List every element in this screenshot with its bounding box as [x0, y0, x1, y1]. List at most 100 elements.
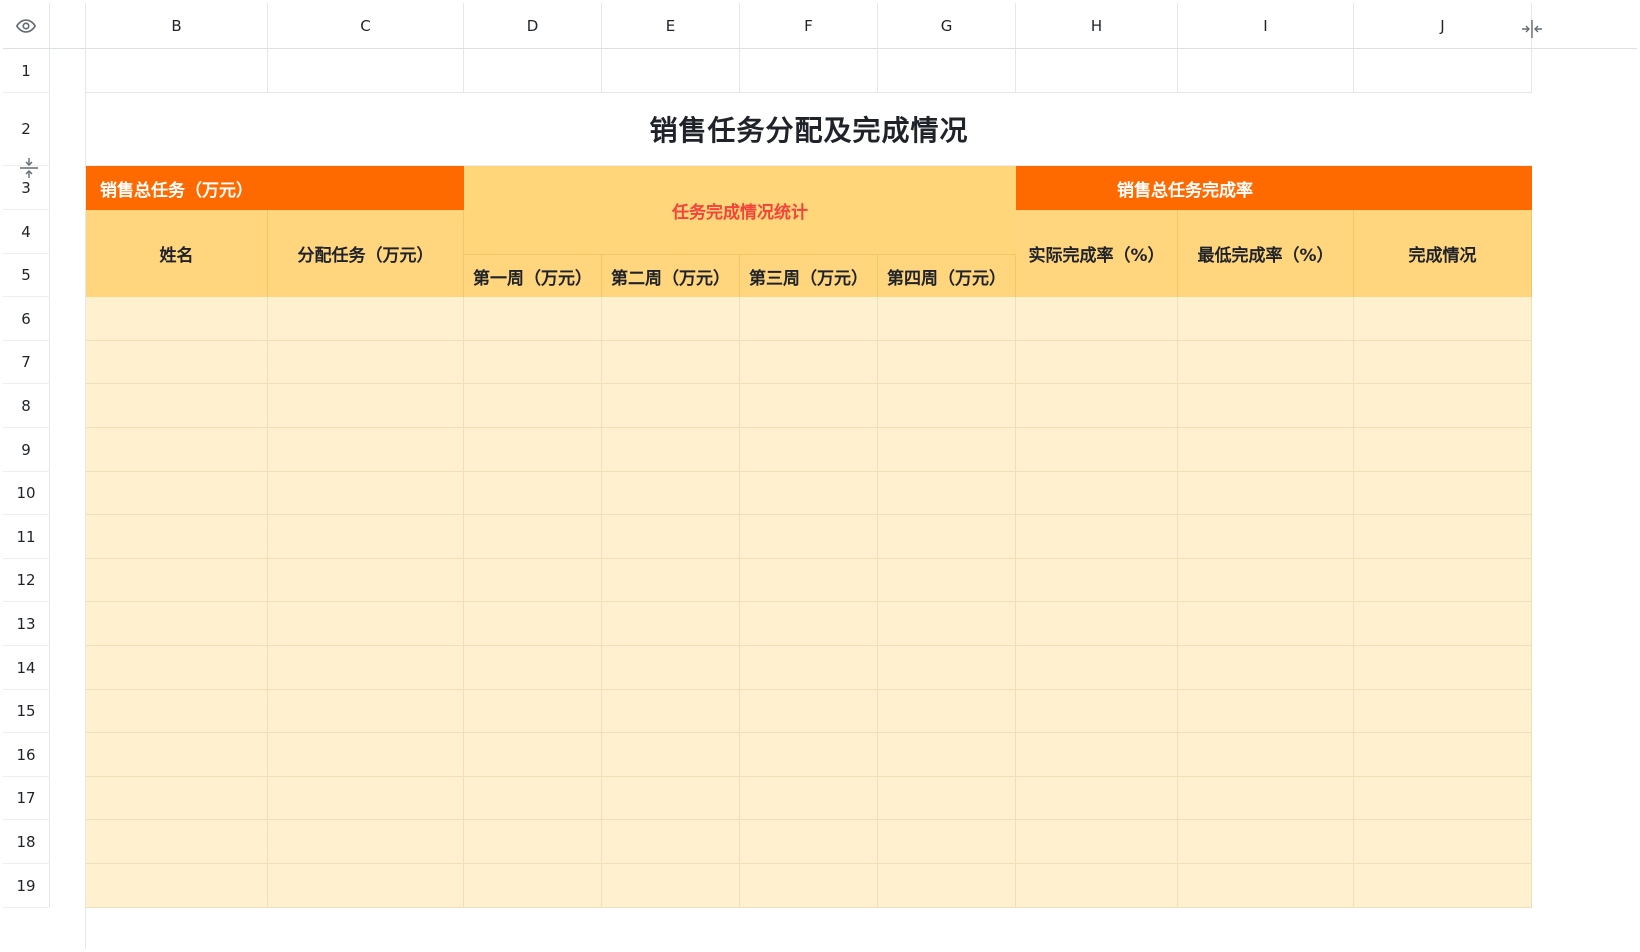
header-week-4[interactable]: 第四周（万元） — [878, 254, 1016, 297]
cell-f1[interactable] — [740, 49, 878, 93]
row-header-15[interactable]: 15 — [3, 690, 50, 733]
cell-e17[interactable] — [602, 777, 740, 820]
cell-b13[interactable] — [86, 602, 268, 646]
cell-d14[interactable] — [464, 646, 602, 690]
column-resize-icon[interactable] — [1520, 18, 1544, 40]
cell-g18[interactable] — [878, 820, 1016, 864]
header-week-3[interactable]: 第三周（万元） — [740, 254, 878, 297]
cell-h6[interactable] — [1016, 297, 1178, 341]
cell-h11[interactable] — [1016, 515, 1178, 559]
header-total-completion-rate[interactable]: 销售总任务完成率 — [1016, 166, 1354, 210]
cell-g9[interactable] — [878, 428, 1016, 472]
row-header-11[interactable]: 11 — [3, 515, 50, 559]
cell-j18[interactable] — [1354, 820, 1532, 864]
cell-e1[interactable] — [602, 49, 740, 93]
row-header-4[interactable]: 4 — [3, 210, 50, 254]
header-total-task[interactable]: 销售总任务（万元） — [86, 166, 464, 210]
cell-d1[interactable] — [464, 49, 602, 93]
cell-j12[interactable] — [1354, 559, 1532, 602]
cell-j9[interactable] — [1354, 428, 1532, 472]
cell-j7[interactable] — [1354, 341, 1532, 384]
cell-e7[interactable] — [602, 341, 740, 384]
cell-b11[interactable] — [86, 515, 268, 559]
cell-c14[interactable] — [268, 646, 464, 690]
cell-h16[interactable] — [1016, 733, 1178, 777]
row-header-16[interactable]: 16 — [3, 733, 50, 777]
row-header-18[interactable]: 18 — [3, 820, 50, 864]
cell-e8[interactable] — [602, 384, 740, 428]
column-header-e[interactable]: E — [602, 3, 740, 49]
cell-d16[interactable] — [464, 733, 602, 777]
cell-b17[interactable] — [86, 777, 268, 820]
cell-e12[interactable] — [602, 559, 740, 602]
cell-f9[interactable] — [740, 428, 878, 472]
cell-b18[interactable] — [86, 820, 268, 864]
column-header-b[interactable]: B — [86, 3, 268, 49]
cell-i7[interactable] — [1178, 341, 1354, 384]
cell-i10[interactable] — [1178, 472, 1354, 515]
row-header-8[interactable]: 8 — [3, 384, 50, 428]
cell-c16[interactable] — [268, 733, 464, 777]
cell-h1[interactable] — [1016, 49, 1178, 93]
cell-j16[interactable] — [1354, 733, 1532, 777]
cell-f8[interactable] — [740, 384, 878, 428]
cell-f7[interactable] — [740, 341, 878, 384]
column-header-i[interactable]: I — [1178, 3, 1354, 49]
cell-d12[interactable] — [464, 559, 602, 602]
cell-h15[interactable] — [1016, 690, 1178, 733]
cell-j14[interactable] — [1354, 646, 1532, 690]
cell-h10[interactable] — [1016, 472, 1178, 515]
header-min-rate[interactable]: 最低完成率（%） — [1178, 210, 1354, 297]
row-header-1[interactable]: 1 — [3, 49, 50, 93]
cell-i8[interactable] — [1178, 384, 1354, 428]
cell-j19[interactable] — [1354, 864, 1532, 908]
cell-f6[interactable] — [740, 297, 878, 341]
cell-h13[interactable] — [1016, 602, 1178, 646]
cell-c9[interactable] — [268, 428, 464, 472]
row-header-14[interactable]: 14 — [3, 646, 50, 690]
cell-c8[interactable] — [268, 384, 464, 428]
cell-e15[interactable] — [602, 690, 740, 733]
row-header-12[interactable]: 12 — [3, 559, 50, 602]
cell-b19[interactable] — [86, 864, 268, 908]
column-a-cells[interactable] — [50, 49, 86, 949]
cell-g16[interactable] — [878, 733, 1016, 777]
cell-d11[interactable] — [464, 515, 602, 559]
cell-e18[interactable] — [602, 820, 740, 864]
cell-h17[interactable] — [1016, 777, 1178, 820]
cell-i13[interactable] — [1178, 602, 1354, 646]
cell-e10[interactable] — [602, 472, 740, 515]
cell-d18[interactable] — [464, 820, 602, 864]
cell-i14[interactable] — [1178, 646, 1354, 690]
cell-i6[interactable] — [1178, 297, 1354, 341]
cell-d9[interactable] — [464, 428, 602, 472]
column-header-h[interactable]: H — [1016, 3, 1178, 49]
cell-e14[interactable] — [602, 646, 740, 690]
cell-j1[interactable] — [1354, 49, 1532, 93]
cell-i9[interactable] — [1178, 428, 1354, 472]
cell-c11[interactable] — [268, 515, 464, 559]
cell-d13[interactable] — [464, 602, 602, 646]
cell-g19[interactable] — [878, 864, 1016, 908]
cell-f13[interactable] — [740, 602, 878, 646]
cell-h8[interactable] — [1016, 384, 1178, 428]
row-header-5[interactable]: 5 — [3, 254, 50, 297]
sheet-title[interactable]: 销售任务分配及完成情况 — [86, 93, 1532, 166]
cell-c10[interactable] — [268, 472, 464, 515]
row-header-13[interactable]: 13 — [3, 602, 50, 646]
cell-i12[interactable] — [1178, 559, 1354, 602]
row-header-19[interactable]: 19 — [3, 864, 50, 908]
column-header-a[interactable] — [50, 3, 86, 49]
cell-b9[interactable] — [86, 428, 268, 472]
cell-b12[interactable] — [86, 559, 268, 602]
row-resize-icon[interactable] — [18, 156, 40, 180]
cell-e6[interactable] — [602, 297, 740, 341]
cell-g12[interactable] — [878, 559, 1016, 602]
cell-g14[interactable] — [878, 646, 1016, 690]
cell-f19[interactable] — [740, 864, 878, 908]
cell-e19[interactable] — [602, 864, 740, 908]
cell-h7[interactable] — [1016, 341, 1178, 384]
cell-c17[interactable] — [268, 777, 464, 820]
row-header-9[interactable]: 9 — [3, 428, 50, 472]
header-name[interactable]: 姓名 — [86, 210, 268, 297]
